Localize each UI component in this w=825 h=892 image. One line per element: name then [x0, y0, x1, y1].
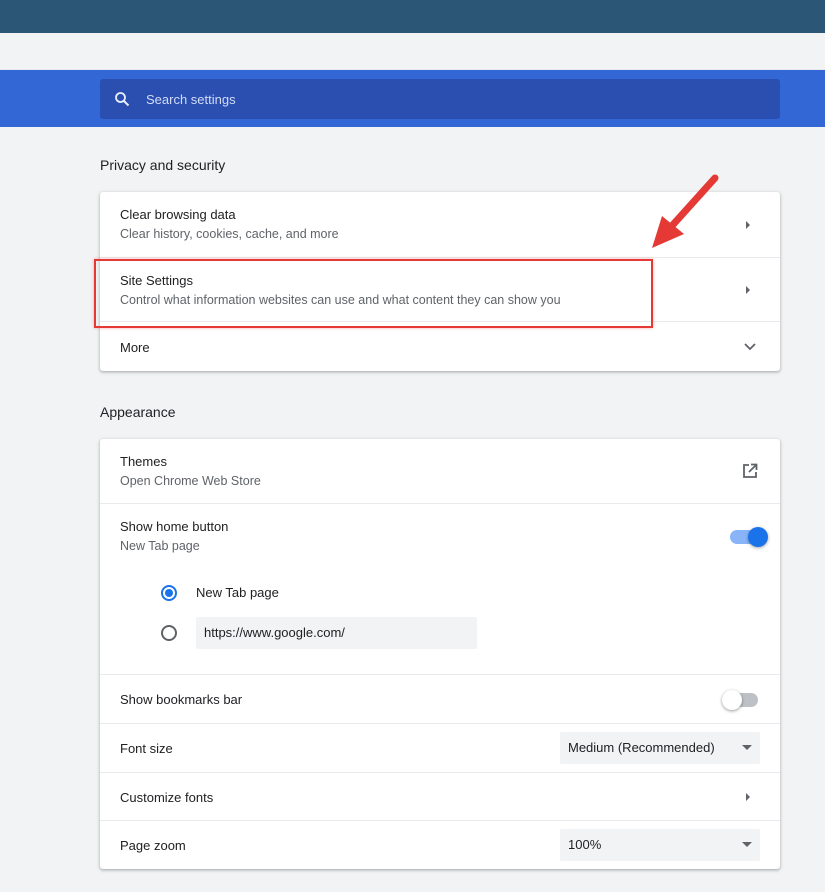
dropdown-caret-icon: [742, 842, 752, 847]
clear-browsing-data-row[interactable]: Clear browsing data Clear history, cooki…: [100, 192, 780, 257]
privacy-section-title: Privacy and security: [100, 157, 226, 173]
appearance-card: Themes Open Chrome Web Store Show home b…: [100, 439, 780, 869]
themes-row[interactable]: Themes Open Chrome Web Store: [100, 439, 780, 503]
bookmarks-bar-row[interactable]: Show bookmarks bar: [100, 674, 780, 723]
clear-browsing-data-label: Clear browsing data: [120, 207, 236, 222]
home-button-section: Show home button New Tab page New Tab pa…: [100, 503, 780, 674]
bookmarks-bar-label: Show bookmarks bar: [120, 692, 243, 707]
chevron-right-icon: [746, 286, 750, 294]
font-size-row: Font size Medium (Recommended): [100, 723, 780, 772]
font-size-select[interactable]: Medium (Recommended): [560, 732, 760, 764]
site-settings-label: Site Settings: [120, 273, 193, 288]
home-button-toggle[interactable]: [730, 527, 768, 547]
home-url-input[interactable]: https://www.google.com/: [196, 617, 477, 649]
appearance-section-title: Appearance: [100, 404, 176, 420]
more-row[interactable]: More: [100, 321, 780, 371]
site-settings-row[interactable]: Site Settings Control what information w…: [100, 257, 780, 321]
themes-label: Themes: [120, 454, 167, 469]
page-zoom-select[interactable]: 100%: [560, 829, 760, 861]
chevron-right-icon: [746, 793, 750, 801]
chevron-right-icon: [746, 221, 750, 229]
search-icon: [114, 90, 132, 108]
new-tab-radio[interactable]: [161, 585, 177, 601]
customize-fonts-row[interactable]: Customize fonts: [100, 772, 780, 820]
clear-browsing-data-sub: Clear history, cookies, cache, and more: [120, 227, 339, 241]
home-button-label: Show home button: [120, 519, 229, 534]
page-zoom-value: 100%: [568, 837, 602, 852]
new-tab-option-label: New Tab page: [196, 585, 279, 600]
search-input[interactable]: Search settings: [100, 79, 780, 119]
dropdown-caret-icon: [742, 745, 752, 750]
custom-url-radio[interactable]: [161, 625, 177, 641]
privacy-card: Clear browsing data Clear history, cooki…: [100, 192, 780, 371]
site-settings-sub: Control what information websites can us…: [120, 293, 561, 307]
bookmarks-bar-toggle[interactable]: [722, 690, 758, 710]
font-size-label: Font size: [120, 741, 173, 756]
themes-sub: Open Chrome Web Store: [120, 474, 261, 488]
page-zoom-row: Page zoom 100%: [100, 820, 780, 869]
toolbar-strip: [0, 33, 825, 70]
chevron-down-icon: [744, 343, 756, 351]
font-size-value: Medium (Recommended): [568, 740, 715, 755]
search-placeholder: Search settings: [146, 91, 236, 107]
page-zoom-label: Page zoom: [120, 838, 186, 853]
customize-fonts-label: Customize fonts: [120, 790, 214, 805]
settings-header: Search settings: [0, 70, 825, 127]
more-label: More: [120, 340, 150, 355]
window-title-bar: [0, 0, 825, 33]
home-button-sub: New Tab page: [120, 539, 200, 553]
external-link-icon[interactable]: [742, 463, 758, 479]
